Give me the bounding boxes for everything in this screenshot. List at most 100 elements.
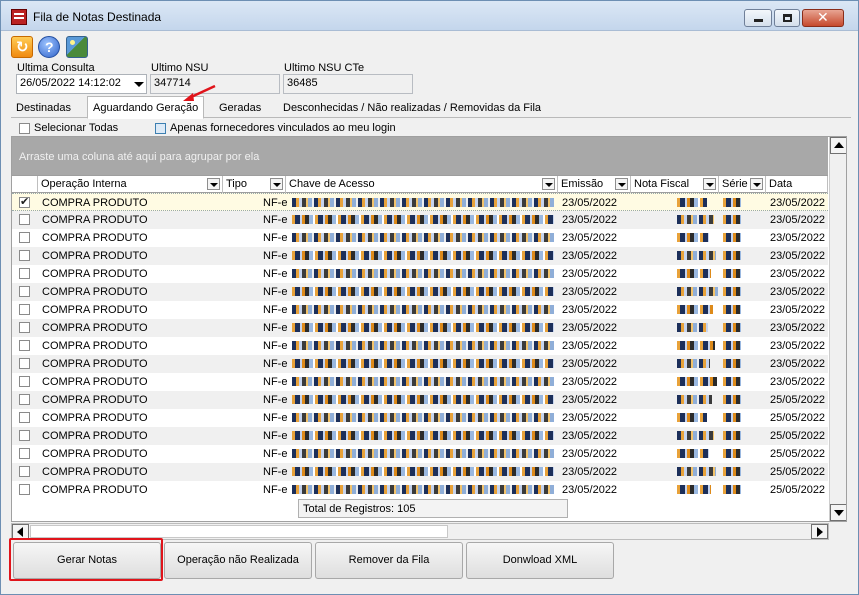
redacted-serie bbox=[723, 287, 741, 296]
help-icon: ? bbox=[45, 39, 54, 55]
red-arrow-annotation bbox=[183, 84, 216, 101]
table-row[interactable]: COMPRA PRODUTO NF-e 23/05/2022 23/05/2022 bbox=[12, 355, 828, 373]
close-button[interactable]: ✕ bbox=[802, 9, 844, 27]
redacted-nota-fiscal bbox=[677, 305, 713, 314]
cell-data: 23/05/2022 bbox=[770, 358, 826, 370]
row-checkbox[interactable] bbox=[19, 358, 30, 369]
table-row[interactable]: COMPRA PRODUTO NF-e 23/05/2022 23/05/2022 bbox=[12, 229, 828, 247]
table-row[interactable]: COMPRA PRODUTO NF-e 23/05/2022 23/05/2022 bbox=[12, 247, 828, 265]
title-bar[interactable]: Fila de Notas Destinada ✕ bbox=[1, 1, 858, 31]
redacted-nota-fiscal bbox=[677, 431, 714, 440]
download-xml-button[interactable]: Donwload XML bbox=[466, 542, 614, 579]
row-checkbox[interactable] bbox=[19, 286, 30, 297]
select-all-checkbox[interactable] bbox=[19, 123, 30, 134]
redacted-nota-fiscal bbox=[677, 215, 714, 224]
row-checkbox[interactable] bbox=[19, 484, 30, 495]
table-row[interactable]: COMPRA PRODUTO NF-e 23/05/2022 23/05/2022 bbox=[12, 283, 828, 301]
table-row[interactable]: COMPRA PRODUTO NF-e 23/05/2022 23/05/2022 bbox=[12, 301, 828, 319]
refresh-button[interactable]: ↻ bbox=[11, 36, 33, 58]
cell-tipo: NF-e bbox=[263, 358, 288, 370]
cell-tipo: NF-e bbox=[263, 376, 288, 388]
cell-tipo: NF-e bbox=[263, 322, 288, 334]
cell-tipo: NF-e bbox=[263, 250, 288, 262]
remover-da-fila-button[interactable]: Remover da Fila bbox=[315, 542, 463, 579]
cell-emissao: 23/05/2022 bbox=[562, 394, 618, 406]
grid-header: Operação Interna Tipo Chave de Acesso Em… bbox=[12, 175, 828, 193]
row-checkbox[interactable] bbox=[19, 232, 30, 243]
redacted-serie bbox=[723, 269, 741, 278]
row-checkbox[interactable] bbox=[19, 466, 30, 477]
cell-operacao: COMPRA PRODUTO bbox=[42, 412, 148, 424]
header-chave-acesso[interactable]: Chave de Acesso bbox=[286, 176, 558, 193]
row-checkbox[interactable] bbox=[19, 304, 30, 315]
row-checkbox[interactable] bbox=[19, 394, 30, 405]
ultima-consulta-combo[interactable]: 26/05/2022 14:12:02 bbox=[16, 74, 147, 94]
cell-emissao: 23/05/2022 bbox=[562, 466, 618, 478]
header-label: Data bbox=[769, 178, 793, 190]
scroll-thumb[interactable] bbox=[30, 525, 448, 538]
scroll-up-icon[interactable] bbox=[830, 137, 846, 154]
table-row[interactable]: COMPRA PRODUTO NF-e 23/05/2022 23/05/2022 bbox=[12, 337, 828, 355]
scroll-right-icon[interactable] bbox=[811, 524, 828, 539]
cell-operacao: COMPRA PRODUTO bbox=[42, 214, 148, 226]
image-button[interactable] bbox=[66, 36, 88, 58]
ultimo-nsu-cte-label: Ultimo NSU CTe bbox=[284, 62, 365, 74]
maximize-button[interactable] bbox=[774, 9, 800, 27]
table-row[interactable]: COMPRA PRODUTO NF-e 23/05/2022 23/05/2022 bbox=[12, 319, 828, 337]
header-label: Operação Interna bbox=[41, 178, 127, 190]
operacao-nao-realizada-button[interactable]: Operação não Realizada bbox=[164, 542, 312, 579]
help-button[interactable]: ? bbox=[38, 36, 60, 58]
row-checkbox[interactable] bbox=[19, 412, 30, 423]
cell-data: 23/05/2022 bbox=[770, 214, 826, 226]
chevron-down-icon[interactable] bbox=[542, 178, 555, 190]
cell-tipo: NF-e bbox=[263, 232, 288, 244]
linked-suppliers-checkbox[interactable] bbox=[155, 123, 166, 134]
row-checkbox[interactable] bbox=[19, 214, 30, 225]
ultimo-nsu-cte-field[interactable]: 36485 bbox=[283, 74, 413, 94]
header-serie[interactable]: Série bbox=[719, 176, 766, 193]
header-tipo[interactable]: Tipo bbox=[223, 176, 286, 193]
table-row[interactable]: COMPRA PRODUTO NF-e 23/05/2022 25/05/2022 bbox=[12, 409, 828, 427]
group-by-area[interactable]: Arraste uma coluna até aqui para agrupar… bbox=[12, 137, 828, 175]
chevron-down-icon[interactable] bbox=[615, 178, 628, 190]
table-row[interactable]: COMPRA PRODUTO NF-e 23/05/2022 23/05/2022 bbox=[12, 265, 828, 283]
header-nota-fiscal[interactable]: Nota Fiscal bbox=[631, 176, 719, 193]
row-checkbox[interactable] bbox=[19, 195, 30, 208]
redacted-nota-fiscal bbox=[677, 395, 712, 404]
minimize-button[interactable] bbox=[744, 9, 772, 27]
tab-destinadas[interactable]: Destinadas bbox=[11, 100, 76, 116]
row-checkbox[interactable] bbox=[19, 268, 30, 279]
chevron-down-icon[interactable] bbox=[703, 178, 716, 190]
table-row[interactable]: COMPRA PRODUTO NF-e 23/05/2022 25/05/2022 bbox=[12, 391, 828, 409]
row-checkbox[interactable] bbox=[19, 322, 30, 333]
table-row[interactable]: COMPRA PRODUTO NF-e 23/05/2022 25/05/2022 bbox=[12, 481, 828, 499]
row-checkbox[interactable] bbox=[19, 340, 30, 351]
chevron-down-icon[interactable] bbox=[207, 178, 220, 190]
header-data[interactable]: Data bbox=[766, 176, 828, 193]
scroll-left-icon[interactable] bbox=[12, 524, 29, 539]
tab-geradas[interactable]: Geradas bbox=[214, 100, 266, 116]
row-checkbox[interactable] bbox=[19, 376, 30, 387]
redacted-access-key bbox=[292, 431, 554, 440]
vertical-scrollbar[interactable] bbox=[829, 137, 846, 521]
table-row[interactable]: COMPRA PRODUTO NF-e 23/05/2022 23/05/2022 bbox=[12, 193, 828, 211]
row-checkbox[interactable] bbox=[19, 250, 30, 261]
header-emissao[interactable]: Emissão bbox=[558, 176, 631, 193]
redacted-nota-fiscal bbox=[677, 323, 708, 332]
table-row[interactable]: COMPRA PRODUTO NF-e 23/05/2022 23/05/2022 bbox=[12, 211, 828, 229]
chevron-down-icon[interactable] bbox=[270, 178, 283, 190]
redacted-access-key bbox=[292, 269, 554, 278]
table-row[interactable]: COMPRA PRODUTO NF-e 23/05/2022 25/05/2022 bbox=[12, 427, 828, 445]
cell-emissao: 23/05/2022 bbox=[562, 214, 618, 226]
row-checkbox[interactable] bbox=[19, 430, 30, 441]
header-operacao-interna[interactable]: Operação Interna bbox=[38, 176, 223, 193]
row-checkbox[interactable] bbox=[19, 448, 30, 459]
chevron-down-icon[interactable] bbox=[750, 178, 763, 190]
ultimo-nsu-label: Ultimo NSU bbox=[151, 62, 209, 74]
table-row[interactable]: COMPRA PRODUTO NF-e 23/05/2022 23/05/2022 bbox=[12, 373, 828, 391]
table-row[interactable]: COMPRA PRODUTO NF-e 23/05/2022 25/05/2022 bbox=[12, 445, 828, 463]
tab-desconhecidas[interactable]: Desconhecidas / Não realizadas / Removid… bbox=[278, 100, 546, 116]
cell-operacao: COMPRA PRODUTO bbox=[42, 340, 148, 352]
scroll-down-icon[interactable] bbox=[830, 504, 846, 521]
table-row[interactable]: COMPRA PRODUTO NF-e 23/05/2022 25/05/2022 bbox=[12, 463, 828, 481]
